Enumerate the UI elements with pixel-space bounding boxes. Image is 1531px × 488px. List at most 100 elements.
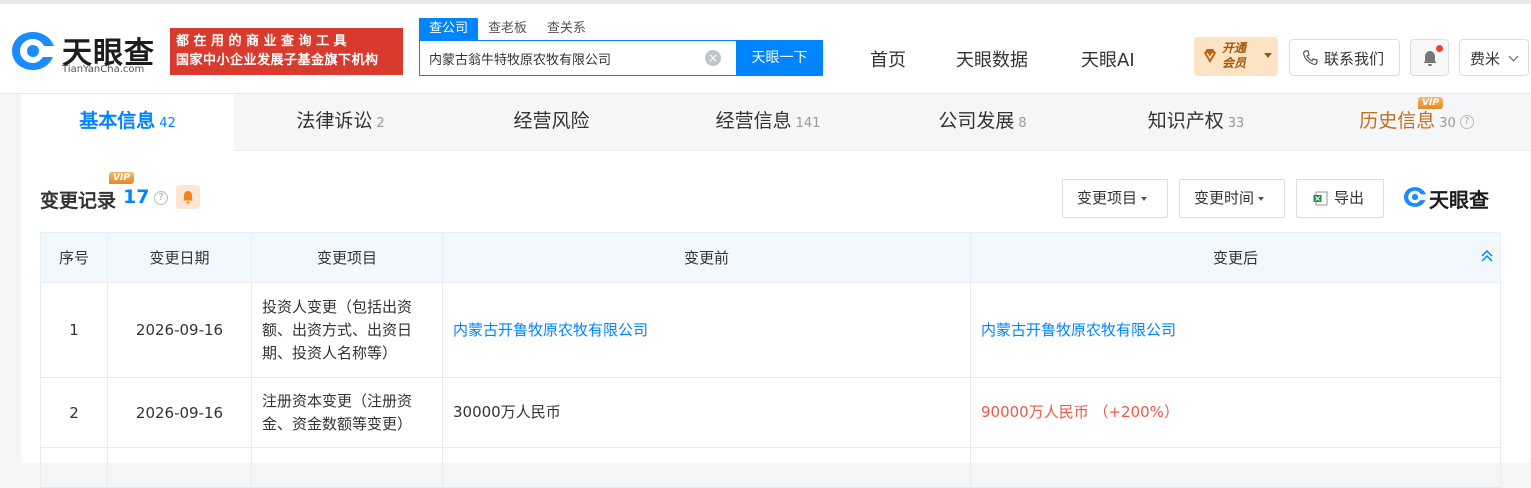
table-row: 1 2026-09-16 投资人变更（包括出资额、出资方式、出资日期、投资人名称… bbox=[40, 282, 1501, 378]
cell-before-company-link[interactable]: 内蒙古开鲁牧原农牧有限公司 bbox=[442, 282, 971, 378]
user-name: 费米 bbox=[1470, 50, 1501, 68]
filter-item-label: 变更项目 bbox=[1077, 189, 1138, 207]
cell-before bbox=[442, 447, 971, 488]
tab-development[interactable]: 公司发展 8 bbox=[876, 94, 1089, 151]
top-header: 天眼查 TianYanCha.com 都在用的商业查询工具 国家中小企业发展子基… bbox=[0, 0, 1531, 94]
table-row: 2 2026-09-16 注册资本变更（注册资金、资金数额等变更） 30000万… bbox=[40, 377, 1501, 448]
promo-line2: 国家中小企业发展子基金旗下机构 bbox=[176, 53, 379, 68]
tab-label: 公司发展 bbox=[938, 110, 1015, 132]
cell-no: 2 bbox=[40, 377, 108, 448]
search-tab-relation[interactable]: 查关系 bbox=[537, 18, 596, 40]
filter-item-dropdown[interactable]: 变更项目 bbox=[1062, 179, 1168, 218]
tab-operation[interactable]: 经营信息 141 bbox=[660, 94, 876, 151]
open-vip-line1: 开通 bbox=[1222, 41, 1247, 55]
col-header-item: 变更项目 bbox=[251, 232, 443, 283]
filter-time-dropdown[interactable]: 变更时间 bbox=[1179, 179, 1285, 218]
tab-basic-info[interactable]: 基本信息 42 bbox=[21, 94, 234, 151]
caret-down-icon bbox=[1141, 196, 1148, 201]
promo-line1: 都在用的商业查询工具 bbox=[176, 34, 352, 49]
tianyancha-logo[interactable]: 天眼查 TianYanCha.com bbox=[10, 26, 160, 76]
nav-home[interactable]: 首页 bbox=[870, 46, 906, 72]
search-input[interactable] bbox=[420, 41, 736, 75]
logo-domain: TianYanCha.com bbox=[62, 64, 145, 75]
contact-us-button[interactable]: 联系我们 bbox=[1289, 39, 1400, 76]
collapse-up-icon[interactable] bbox=[1480, 249, 1494, 263]
tab-label: 基本信息 bbox=[79, 110, 156, 132]
unread-dot bbox=[1436, 45, 1443, 52]
caret-down-icon bbox=[1258, 196, 1265, 201]
tab-label: 经营风险 bbox=[513, 110, 590, 132]
cell-date: 2026-09-16 bbox=[107, 282, 252, 378]
cell-after: 90000万人民币 （+200%） bbox=[970, 377, 1501, 448]
table-header-row: 序号 变更日期 变更项目 变更前 变更后 bbox=[40, 232, 1501, 283]
bell-icon bbox=[183, 191, 193, 204]
tab-history[interactable]: 历史信息 30? bbox=[1303, 94, 1530, 151]
export-label: 导出 bbox=[1334, 189, 1365, 207]
open-vip-line2: 会员 bbox=[1222, 56, 1247, 70]
clear-search-icon[interactable]: × bbox=[705, 50, 721, 66]
contact-us-label: 联系我们 bbox=[1324, 50, 1385, 68]
cell-item bbox=[251, 447, 443, 488]
cell-date bbox=[107, 447, 252, 488]
col-header-before: 变更前 bbox=[442, 232, 971, 283]
open-vip-button[interactable]: 开通 会员 bbox=[1194, 37, 1278, 76]
tab-label: 经营信息 bbox=[715, 110, 792, 132]
chevron-down-icon bbox=[1264, 53, 1272, 58]
col-header-no: 序号 bbox=[40, 232, 108, 283]
cell-item: 投资人变更（包括出资额、出资方式、出资日期、投资人名称等） bbox=[251, 282, 443, 378]
tab-ip[interactable]: 知识产权 33 bbox=[1089, 94, 1303, 151]
cell-no: 1 bbox=[40, 282, 108, 378]
nav-data[interactable]: 天眼数据 bbox=[956, 46, 1028, 72]
tab-count: 42 bbox=[159, 116, 176, 131]
table-row bbox=[40, 447, 1501, 488]
search-tab-company[interactable]: 查公司 bbox=[419, 18, 479, 40]
brand-name: 天眼查 bbox=[1429, 188, 1489, 212]
company-tabs: 基本信息 42 法律诉讼 2 经营风险 经营信息 141 公司发展 8 知识产权 33 历… bbox=[21, 94, 1530, 151]
tab-count: 33 bbox=[1227, 116, 1245, 131]
cell-item: 注册资本变更（注册资金、资金数额等变更） bbox=[251, 377, 443, 448]
tab-count: 2 bbox=[376, 116, 385, 131]
search-tab-boss[interactable]: 查老板 bbox=[478, 18, 537, 40]
cell-no bbox=[40, 447, 108, 488]
col-header-date: 变更日期 bbox=[107, 232, 252, 283]
help-icon[interactable]: ? bbox=[1459, 114, 1474, 129]
user-menu-button[interactable]: 费米 bbox=[1459, 39, 1529, 76]
tab-risk[interactable]: 经营风险 bbox=[447, 94, 660, 151]
tab-count: 30 bbox=[1439, 116, 1456, 131]
filter-time-label: 变更时间 bbox=[1194, 189, 1255, 207]
excel-icon bbox=[1313, 191, 1328, 206]
search-box: × 天眼一下 bbox=[419, 40, 823, 76]
main-panel: 基本信息 42 法律诉讼 2 经营风险 经营信息 141 公司发展 8 知识产权 33 历… bbox=[21, 94, 1530, 488]
tab-count: 141 bbox=[795, 116, 821, 131]
notification-button[interactable] bbox=[1410, 39, 1449, 76]
export-button[interactable]: 导出 bbox=[1296, 179, 1384, 218]
tab-label: 法律诉讼 bbox=[296, 110, 373, 132]
cell-before: 30000万人民币 bbox=[442, 377, 971, 448]
nav-ai[interactable]: 天眼AI bbox=[1081, 46, 1135, 72]
vip-badge: VIP bbox=[109, 172, 134, 184]
bell-icon bbox=[1423, 51, 1437, 66]
cell-after-company-link[interactable]: 内蒙古开鲁牧原农牧有限公司 bbox=[970, 282, 1501, 378]
tab-legal[interactable]: 法律诉讼 2 bbox=[234, 94, 447, 151]
col-header-after: 变更后 bbox=[970, 232, 1501, 283]
tab-count: 8 bbox=[1018, 116, 1027, 131]
tab-label: 历史信息 bbox=[1359, 110, 1436, 132]
vip-badge: VIP bbox=[1418, 97, 1443, 109]
search-button[interactable]: 天眼一下 bbox=[736, 40, 823, 76]
help-icon[interactable]: ? bbox=[154, 191, 168, 205]
section-title: 变更记录 bbox=[40, 190, 117, 212]
col-header-after-label: 变更后 bbox=[1212, 249, 1258, 267]
cell-date: 2026-09-16 bbox=[107, 377, 252, 448]
search-mode-tabs: 查公司 查老板 查关系 bbox=[419, 18, 596, 40]
chevron-down-icon bbox=[1508, 51, 1519, 62]
section-count: 17 bbox=[123, 186, 150, 208]
cell-after bbox=[970, 447, 1501, 488]
tab-label: 知识产权 bbox=[1147, 110, 1224, 132]
diamond-icon bbox=[1204, 49, 1216, 63]
promo-banner[interactable]: 都在用的商业查询工具 国家中小企业发展子基金旗下机构 bbox=[170, 28, 403, 75]
phone-icon bbox=[1303, 50, 1318, 65]
logo-eye-icon bbox=[12, 32, 54, 70]
open-vip-label: 开通 会员 bbox=[1222, 41, 1246, 71]
monitor-bell-button[interactable] bbox=[176, 185, 200, 209]
logo-eye-icon bbox=[1404, 187, 1426, 207]
